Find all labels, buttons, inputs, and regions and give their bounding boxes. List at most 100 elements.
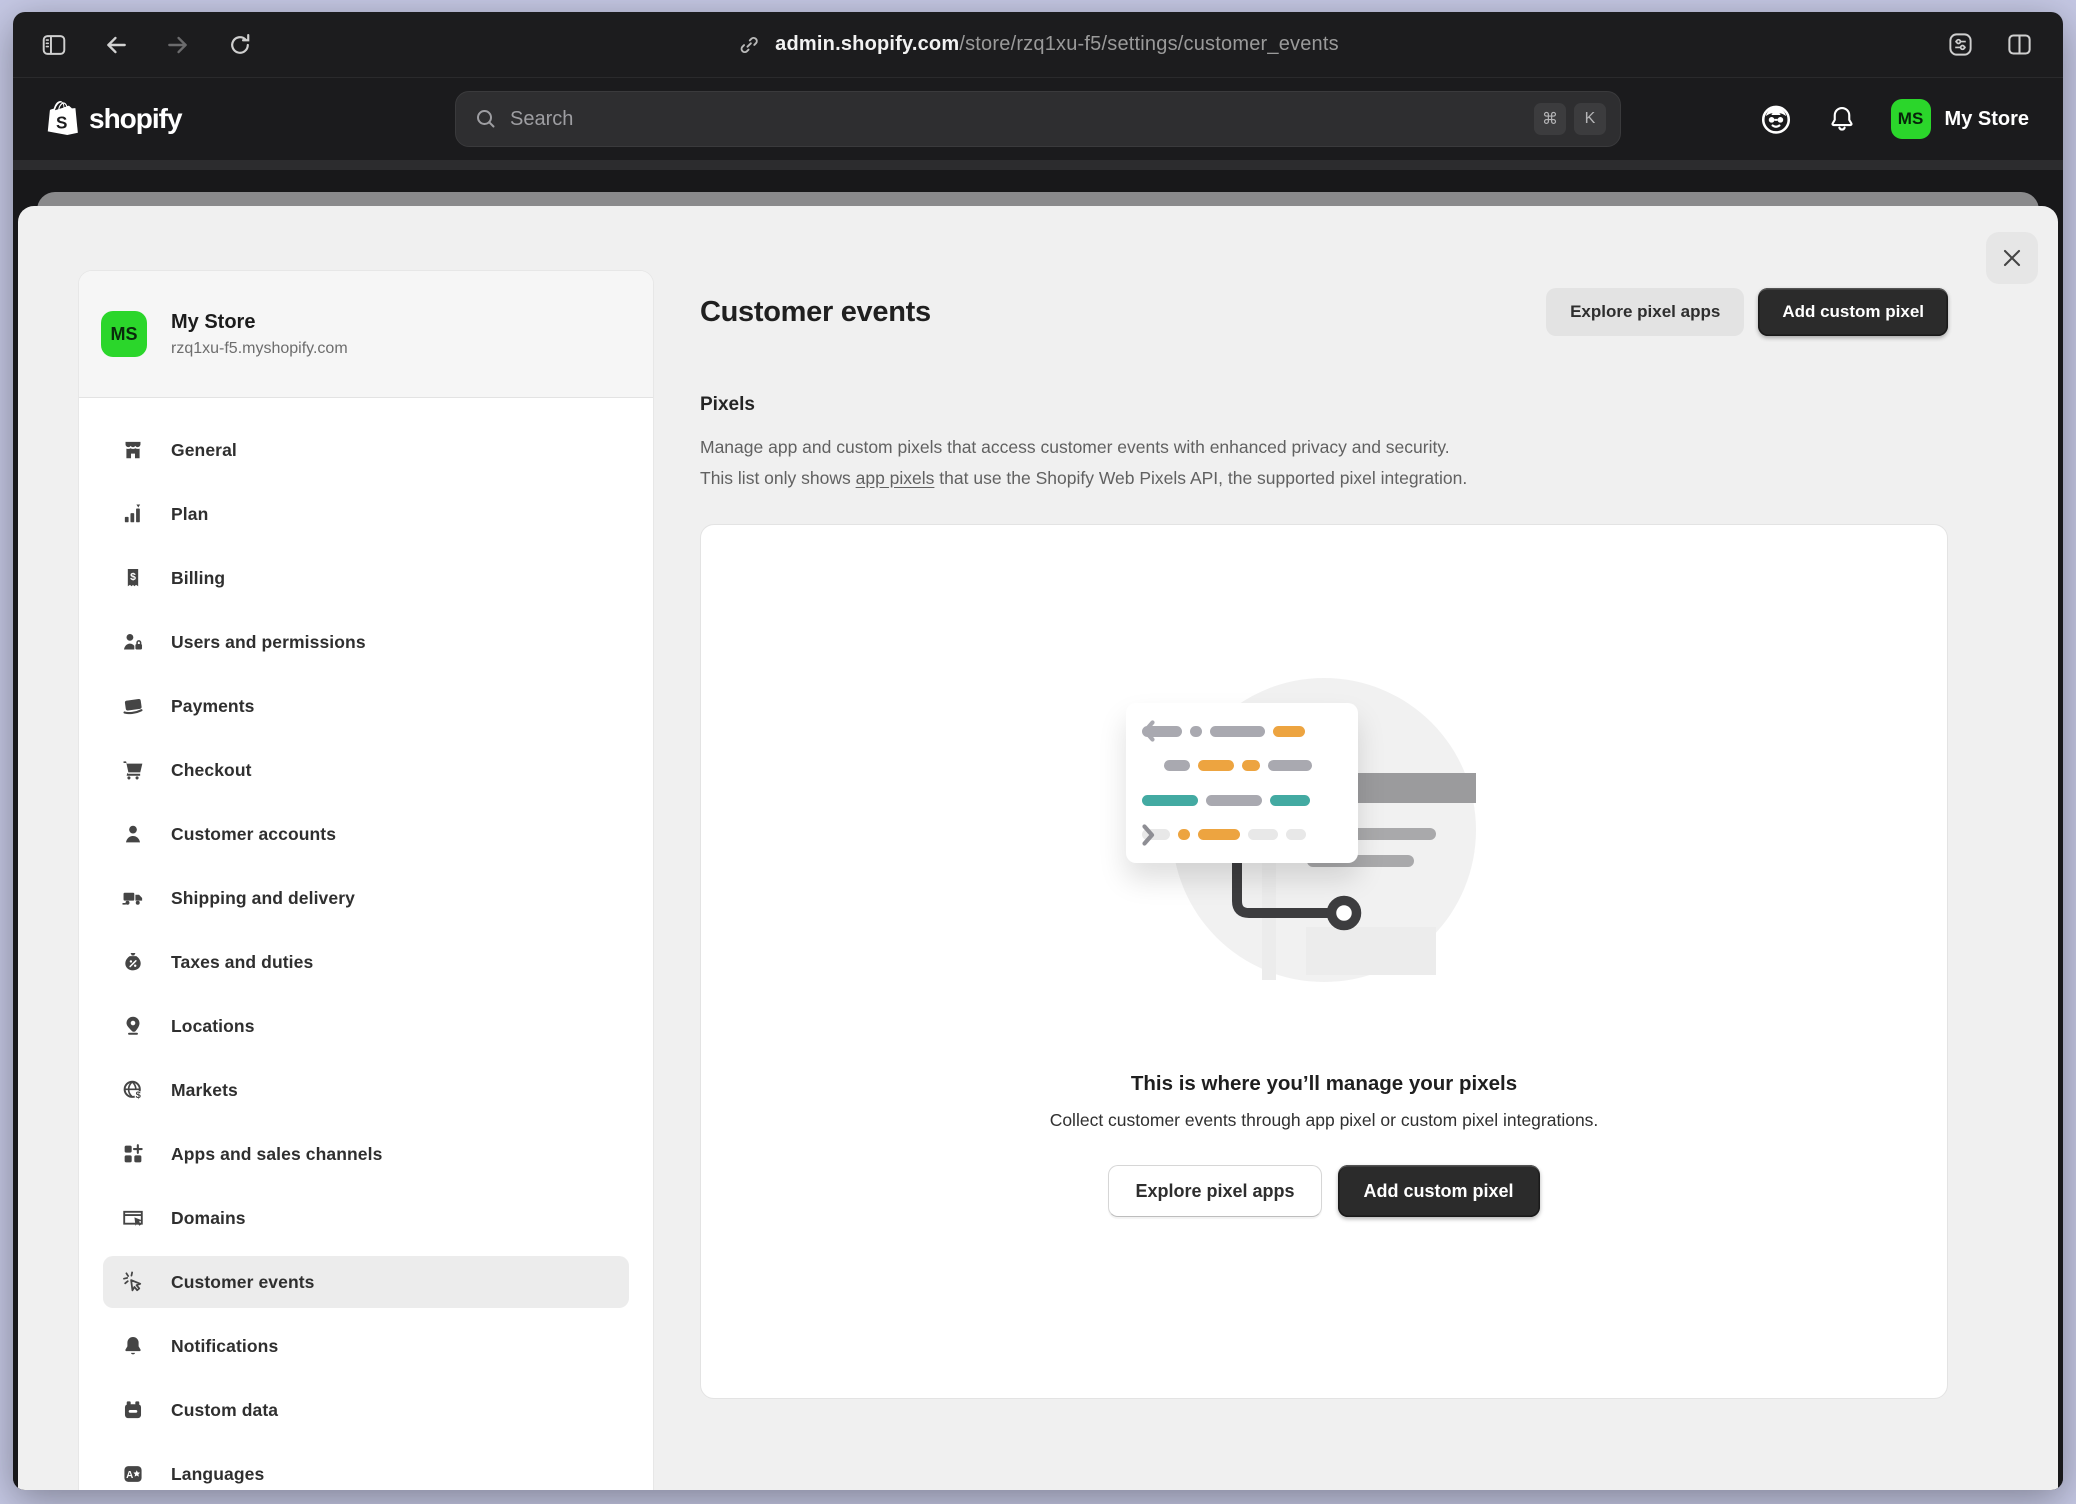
sidebar-item-label: Domains [171,1208,246,1229]
code-card [1126,703,1358,863]
globe-dollar-icon: $ [121,1078,145,1102]
sidebar-item-general[interactable]: General [103,424,629,476]
tune-icon[interactable] [1947,31,1974,58]
store-name: My Store [171,311,348,334]
settings-modal: MS My Store rzq1xu-f5.myshopify.com Gene… [18,206,2058,1490]
add-custom-pixel-button-empty[interactable]: Add custom pixel [1338,1165,1540,1217]
sidebar-item-label: Customer accounts [171,824,336,845]
sidebar-item-label: Customer events [171,1272,315,1293]
sidebar-item-markets[interactable]: $ Markets [103,1064,629,1116]
split-view-icon[interactable] [2006,31,2033,58]
sidebar-item-custom-data[interactable]: Custom data [103,1384,629,1436]
forward-icon[interactable] [165,32,191,58]
store-card: MS My Store rzq1xu-f5.myshopify.com [79,271,653,398]
sidebar-item-shipping[interactable]: Shipping and delivery [103,872,629,924]
sidebar-item-locations[interactable]: Locations [103,1000,629,1052]
sidebar-item-label: Apps and sales channels [171,1144,382,1165]
empty-state-title: This is where you’ll manage your pixels [701,1072,1947,1096]
sidebar-item-label: Checkout [171,760,252,781]
explore-pixel-apps-button-empty[interactable]: Explore pixel apps [1108,1165,1321,1217]
url-bar[interactable]: admin.shopify.com/store/rzq1xu-f5/settin… [737,12,1339,77]
sidebar-item-customer-events[interactable]: Customer events [103,1256,629,1308]
shopify-logo[interactable]: S shopify [13,99,182,139]
notification-bell-icon[interactable] [1827,104,1857,134]
description-line2: This list only shows [700,468,856,488]
settings-main: Customer events Explore pixel apps Add c… [654,206,2058,1490]
sidebar-item-taxes[interactable]: Taxes and duties [103,936,629,988]
browser-window: admin.shopify.com/store/rzq1xu-f5/settin… [13,12,2063,1490]
search-input[interactable]: Search ⌘ K [455,91,1621,147]
description-line1: Manage app and custom pixels that access… [700,437,1450,457]
sidebar-item-label: Markets [171,1080,238,1101]
storefront-icon [121,438,145,462]
domain-window-icon [121,1206,145,1230]
svg-text:A: A [126,1471,133,1482]
sidebar-item-label: Notifications [171,1336,278,1357]
account-name[interactable]: My Store [1945,108,2029,131]
dimmed-page-edge [13,160,2063,170]
data-block-icon [121,1398,145,1422]
explore-pixel-apps-button[interactable]: Explore pixel apps [1546,288,1744,336]
sidebar-item-domains[interactable]: Domains [103,1192,629,1244]
link-icon [737,33,761,57]
connector-line [1224,855,1384,945]
shopify-wordmark: shopify [89,103,182,135]
description-line2-end: that use the Shopify Web Pixels API, the… [934,468,1467,488]
billing-receipt-icon: $ [121,566,145,590]
shopify-header: S shopify Search ⌘ K MS My Store [13,78,2063,160]
close-button[interactable] [1986,232,2038,284]
sidebar-item-label: General [171,440,237,461]
reload-icon[interactable] [227,32,253,58]
sidebar-item-users[interactable]: Users and permissions [103,616,629,668]
store-domain: rzq1xu-f5.myshopify.com [171,340,348,358]
app-pixels-link[interactable]: app pixels [856,468,935,488]
truck-icon [121,886,145,910]
sidebar-item-apps[interactable]: Apps and sales channels [103,1128,629,1180]
sidebar-item-label: Users and permissions [171,632,366,653]
pixels-empty-state-card: This is where you’ll manage your pixels … [700,524,1948,1399]
apps-grid-icon [121,1142,145,1166]
pixels-illustration [701,525,1947,1030]
sidebar-item-billing[interactable]: $Billing [103,552,629,604]
sidebar-item-label: Locations [171,1016,255,1037]
store-avatar: MS [101,311,147,357]
admin-content: MS My Store rzq1xu-f5.myshopify.com Gene… [13,160,2063,1490]
sidebar-item-label: Custom data [171,1400,278,1421]
sidebar-item-label: Languages [171,1464,264,1485]
back-icon[interactable] [103,32,129,58]
sidebar-item-notifications[interactable]: Notifications [103,1320,629,1372]
empty-state-subtitle: Collect customer events through app pixe… [701,1110,1947,1131]
pixels-section-title: Pixels [700,394,1948,416]
url-path: /store/rzq1xu-f5/settings/customer_event… [959,33,1338,55]
users-lock-icon [121,630,145,654]
cursor-click-icon [121,1270,145,1294]
url-host: admin.shopify.com [775,33,959,55]
browser-toolbar: admin.shopify.com/store/rzq1xu-f5/settin… [13,12,2063,78]
sidebar-item-label: Taxes and duties [171,952,313,973]
account-avatar[interactable]: MS [1891,99,1931,139]
svg-text:$: $ [136,1090,142,1100]
svg-text:$: $ [130,572,136,583]
person-icon [121,822,145,846]
sidebar-item-languages[interactable]: A Languages [103,1448,629,1490]
shopify-bag-icon: S [45,99,81,139]
cart-icon [121,758,145,782]
sidebar-item-label: Payments [171,696,254,717]
cmd-key-badge: ⌘ [1534,103,1566,135]
page-title: Customer events [700,296,931,329]
add-custom-pixel-button[interactable]: Add custom pixel [1758,288,1948,336]
bell-icon [121,1334,145,1358]
sidebar-item-payments[interactable]: Payments [103,680,629,732]
pixels-section-description: Manage app and custom pixels that access… [700,432,1948,494]
sidebar-item-checkout[interactable]: Checkout [103,744,629,796]
svg-text:S: S [56,114,67,133]
sidebar-item-label: Shipping and delivery [171,888,355,909]
sidebar-item-plan[interactable]: Plan [103,488,629,540]
chevron-left-icon [1142,720,1155,742]
search-icon [474,107,498,131]
sidebar-toggle-icon[interactable] [41,32,67,58]
sidebar-item-customer-accounts[interactable]: Customer accounts [103,808,629,860]
payments-card-icon [121,694,145,718]
sidekick-icon[interactable] [1759,102,1793,136]
settings-sidebar: MS My Store rzq1xu-f5.myshopify.com Gene… [78,270,654,1490]
